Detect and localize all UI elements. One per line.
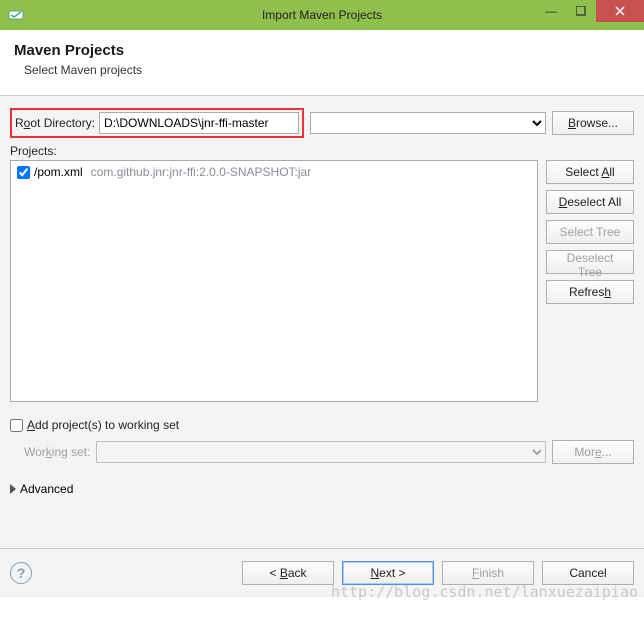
list-item[interactable]: /pom.xml com.github.jnr:jnr-ffi:2.0.0-SN… xyxy=(17,165,531,179)
deselect-all-button[interactable]: Deselect All xyxy=(546,190,634,214)
projects-area: /pom.xml com.github.jnr:jnr-ffi:2.0.0-SN… xyxy=(10,160,634,402)
root-directory-highlight: Root Directory: xyxy=(10,108,304,138)
advanced-toggle[interactable]: Advanced xyxy=(10,482,634,496)
chevron-right-icon xyxy=(10,484,16,494)
add-to-working-set-checkbox[interactable] xyxy=(10,419,23,432)
projects-label: Projects: xyxy=(10,144,57,158)
working-set-label: Working set: xyxy=(24,445,90,459)
advanced-label: Advanced xyxy=(20,482,73,496)
page-title: Maven Projects xyxy=(14,42,630,59)
wizard-content: Root Directory: Browse... Projects: /pom… xyxy=(0,96,644,548)
titlebar: Import Maven Projects — xyxy=(0,0,644,30)
root-directory-combo-extra[interactable] xyxy=(310,112,546,134)
maximize-button[interactable] xyxy=(566,0,596,22)
footer-buttons: < Back Next > Finish Cancel xyxy=(242,561,634,585)
cancel-button[interactable]: Cancel xyxy=(542,561,634,585)
project-artifact: com.github.jnr:jnr-ffi:2.0.0-SNAPSHOT:ja… xyxy=(91,165,312,179)
deselect-tree-button: Deselect Tree xyxy=(546,250,634,274)
minimize-button[interactable]: — xyxy=(536,0,566,22)
close-button[interactable] xyxy=(596,0,644,22)
working-set-combo xyxy=(96,441,546,463)
back-button[interactable]: < Back xyxy=(242,561,334,585)
app-icon xyxy=(8,7,24,23)
root-directory-row: Root Directory: Browse... xyxy=(10,108,634,138)
wizard-footer: ? < Back Next > Finish Cancel xyxy=(0,548,644,597)
help-icon[interactable]: ? xyxy=(10,562,32,584)
window-controls: — xyxy=(536,0,644,22)
working-set-row: Working set: More... xyxy=(24,440,634,464)
refresh-button[interactable]: Refresh xyxy=(546,280,634,304)
working-set-checkbox-row: Add project(s) to working set xyxy=(10,418,634,432)
project-path: /pom.xml xyxy=(34,165,83,179)
finish-button: Finish xyxy=(442,561,534,585)
root-directory-label: Root Directory: xyxy=(15,116,95,130)
side-buttons: Select All Deselect All Select Tree Dese… xyxy=(546,160,634,402)
projects-list[interactable]: /pom.xml com.github.jnr:jnr-ffi:2.0.0-SN… xyxy=(10,160,538,402)
root-directory-input[interactable] xyxy=(99,112,299,134)
select-tree-button: Select Tree xyxy=(546,220,634,244)
select-all-button[interactable]: Select All xyxy=(546,160,634,184)
page-subtitle: Select Maven projects xyxy=(24,63,630,77)
browse-button[interactable]: Browse... xyxy=(552,111,634,135)
project-checkbox[interactable] xyxy=(17,166,30,179)
next-button[interactable]: Next > xyxy=(342,561,434,585)
more-button: More... xyxy=(552,440,634,464)
wizard-header: Maven Projects Select Maven projects xyxy=(0,30,644,96)
add-to-working-set-label: Add project(s) to working set xyxy=(27,418,179,432)
window-title: Import Maven Projects xyxy=(262,8,382,22)
